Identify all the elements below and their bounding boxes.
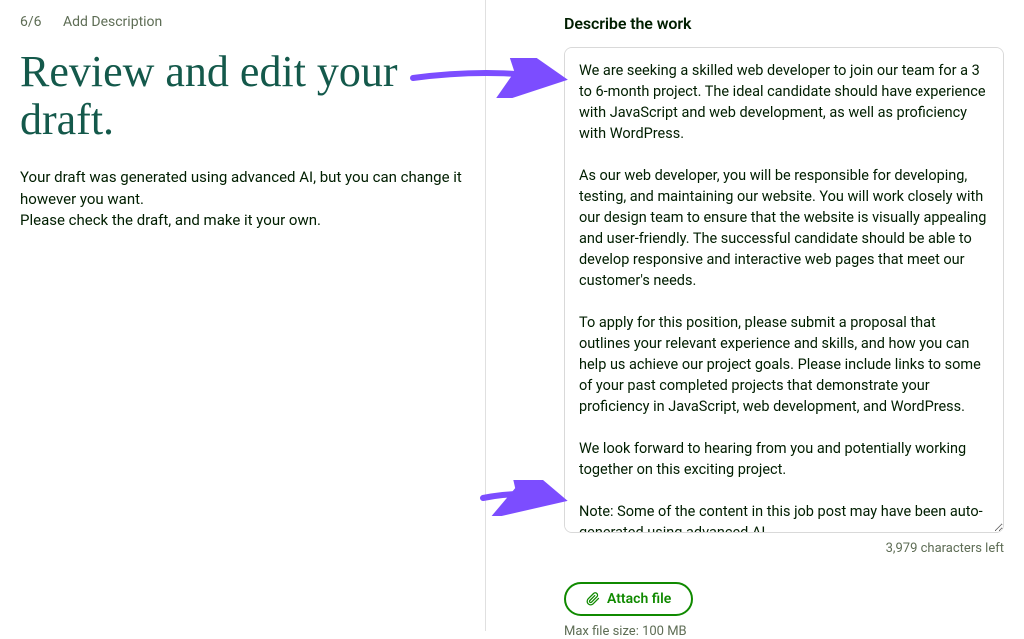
textarea-wrapper [564, 47, 1004, 537]
attach-file-label: Attach file [607, 591, 671, 607]
breadcrumb-label: Add Description [63, 14, 162, 30]
page-subtitle: Your draft was generated using advanced … [20, 167, 465, 232]
file-size-note: Max file size: 100 MB [564, 624, 1004, 639]
step-indicator: 6/6 [20, 14, 42, 30]
section-heading: Describe the work [564, 14, 1004, 33]
description-textarea[interactable] [564, 47, 1004, 533]
subtitle-line-1: Your draft was generated using advanced … [20, 168, 462, 208]
attach-file-button[interactable]: Attach file [564, 582, 693, 616]
paperclip-icon [586, 592, 600, 606]
char-counter: 3,979 characters left [564, 541, 1004, 556]
left-panel: 6/6 Add Description Review and edit your… [0, 0, 486, 631]
right-panel: Describe the work 3,979 characters left … [486, 0, 1024, 631]
breadcrumb: 6/6 Add Description [20, 14, 465, 30]
subtitle-line-2: Please check the draft, and make it your… [20, 211, 321, 229]
page-container: 6/6 Add Description Review and edit your… [0, 0, 1024, 631]
page-title: Review and edit your draft. [20, 48, 465, 145]
